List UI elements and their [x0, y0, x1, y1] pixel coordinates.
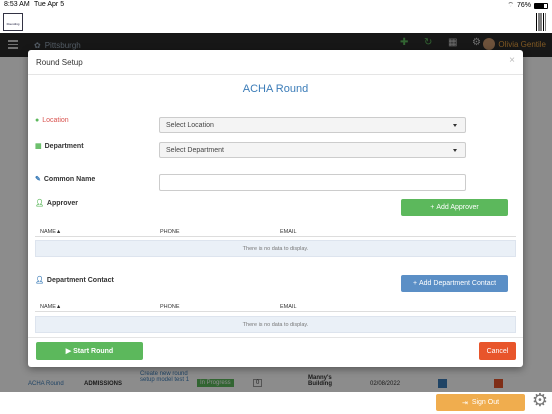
common-name-input[interactable] — [159, 174, 466, 191]
add-approver-button[interactable]: + Add Approver — [401, 199, 508, 216]
close-icon[interactable]: × — [509, 55, 515, 66]
add-dept-contact-button[interactable]: + Add Department Contact — [401, 275, 508, 292]
contact-table-empty: There is no data to display. — [35, 316, 516, 333]
cancel-button[interactable]: Cancel — [479, 342, 516, 360]
add-dept-contact-label: Add Department Contact — [419, 280, 497, 287]
approver-label-text: Approver — [46, 199, 79, 207]
app-logo: Rounding — [3, 13, 23, 31]
status-right: ⌔ 76% — [507, 1, 548, 10]
col-email: EMAIL — [280, 304, 297, 310]
modal-header: Round Setup × — [28, 50, 523, 75]
common-name-label-text: Common Name — [43, 175, 96, 183]
round-setup-modal: Round Setup × ACHA Round ● Location Sele… — [28, 50, 523, 367]
sign-out-button[interactable]: ⇥ Sign Out — [436, 394, 525, 411]
grid-icon: ▦ — [35, 143, 42, 150]
app-header: Rounding — [0, 11, 552, 33]
sign-out-icon: ⇥ — [461, 399, 468, 407]
barcode-scan-icon[interactable] — [536, 13, 546, 31]
dept-contact-label-text: Department Contact — [46, 276, 114, 284]
common-name-label: ✎ Common Name — [35, 175, 96, 184]
sign-out-label: Sign Out — [471, 399, 500, 406]
add-approver-label: Add Approver — [436, 204, 479, 211]
status-date: Tue Apr 5 — [34, 1, 65, 8]
gear-icon[interactable]: ⚙ — [530, 390, 550, 410]
col-name[interactable]: NAME▲ — [40, 229, 61, 235]
location-label: ● Location — [35, 117, 69, 124]
status-time: 8:53 AM — [4, 1, 30, 8]
battery-percent: 76% — [516, 2, 531, 9]
modal-title: Round Setup — [36, 58, 83, 67]
approver-label: 👤︎ Approver — [35, 199, 79, 208]
approver-table-empty: There is no data to display. — [35, 240, 516, 257]
department-label-text: Department — [44, 142, 84, 150]
wifi-icon: ⌔ — [507, 2, 514, 9]
play-icon: ▶ — [65, 348, 74, 355]
department-select[interactable]: Select Department — [159, 142, 466, 158]
location-label-text: Location — [42, 117, 69, 124]
approver-table-header: NAME▲ PHONE EMAIL — [35, 226, 516, 237]
ios-status-bar: 8:53 AM Tue Apr 5 ⌔ 76% — [0, 0, 552, 11]
col-phone: PHONE — [160, 229, 180, 235]
department-label: ▦ Department — [35, 142, 84, 151]
pencil-icon: ✎ — [35, 176, 41, 183]
start-round-label: Start Round — [73, 347, 114, 355]
start-round-button[interactable]: ▶ Start Round — [36, 342, 143, 360]
footer-divider — [28, 337, 523, 338]
contact-table-header: NAME▲ PHONE EMAIL — [35, 301, 516, 312]
globe-icon: ● — [35, 117, 40, 124]
col-email: EMAIL — [280, 229, 297, 235]
round-name-heading: ACHA Round — [242, 83, 309, 95]
user-icon: 👤︎ — [35, 277, 44, 284]
col-phone: PHONE — [160, 304, 180, 310]
battery-icon — [534, 2, 548, 9]
col-name[interactable]: NAME▲ — [40, 304, 61, 310]
location-select[interactable]: Select Location — [159, 117, 466, 133]
user-icon: 👤︎ — [35, 200, 44, 207]
dept-contact-label: 👤︎ Department Contact — [35, 276, 114, 285]
